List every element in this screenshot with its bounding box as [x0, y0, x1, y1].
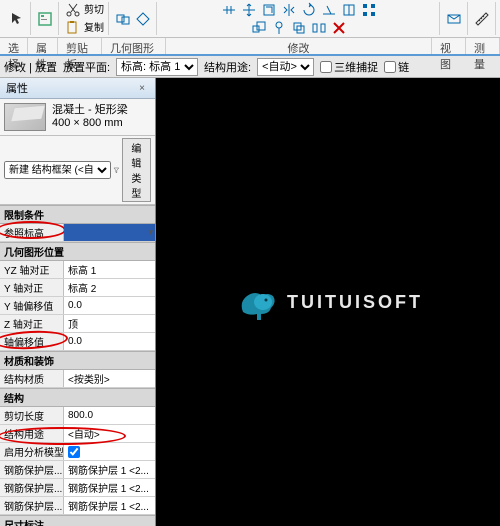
pin-icon[interactable]: [270, 19, 288, 37]
split-icon[interactable]: [340, 1, 358, 19]
analytic-checkbox[interactable]: [68, 446, 80, 458]
section-material: 材质和装饰: [0, 351, 155, 370]
plane-label: 放置平面:: [63, 59, 110, 75]
label-modify: 修改: [166, 38, 432, 54]
align-icon[interactable]: [220, 1, 238, 19]
select-group: [4, 2, 31, 35]
type-thumbnail: [4, 103, 46, 131]
chain-checkbox-label[interactable]: 链: [384, 59, 409, 75]
ribbon-toolbar: 剪切 复制: [0, 0, 500, 38]
trim-icon[interactable]: [320, 1, 338, 19]
structural-use-select[interactable]: <自动>: [257, 58, 314, 76]
measure-icon[interactable]: [473, 10, 491, 28]
cut-geom-icon[interactable]: [134, 10, 152, 28]
row-ref-level[interactable]: 参照标高: [0, 224, 155, 242]
cursor-icon[interactable]: [8, 10, 26, 28]
edit-type-button[interactable]: 编辑类型: [122, 138, 151, 202]
drawing-viewport[interactable]: TUITUISOFT: [156, 78, 500, 526]
type-size: 400 × 800 mm: [52, 117, 128, 130]
type-selector[interactable]: 混凝土 - 矩形梁 400 × 800 mm: [0, 99, 155, 136]
modify-context-label: 修改 | 放置: [4, 59, 57, 75]
properties-title-bar: 属性 ×: [0, 78, 155, 99]
properties-panel: 属性 × 混凝土 - 矩形梁 400 × 800 mm 新建 结构框架 (<自 …: [0, 78, 156, 526]
mirror-icon[interactable]: [280, 1, 298, 19]
ribbon-group-labels: 选择 属性 剪贴板 几何图形 修改 视图 测量: [0, 38, 500, 56]
move-icon[interactable]: [240, 1, 258, 19]
properties-group: [32, 2, 59, 35]
copy-icon[interactable]: [290, 19, 308, 37]
type-family-name: 混凝土 - 矩形梁: [52, 104, 128, 117]
snap3d-checkbox[interactable]: [320, 61, 332, 73]
label-props: 属性: [28, 38, 58, 54]
modify-group: [158, 2, 440, 35]
instance-filter-select[interactable]: 新建 结构框架 (<自: [4, 161, 111, 179]
paste-icon[interactable]: [64, 19, 82, 37]
clipboard-group: 剪切 复制: [60, 2, 109, 35]
array-icon[interactable]: [360, 1, 378, 19]
label-select: 选择: [0, 38, 28, 54]
copy-label: 复制: [84, 19, 104, 37]
properties-title: 属性: [6, 80, 28, 96]
watermark: TUITUISOFT: [233, 282, 423, 322]
plane-select[interactable]: 标高: 标高 1: [116, 58, 198, 76]
properties-grid: 限制条件 参照标高 几何图形位置 YZ 轴对正标高 1 Y 轴对正标高 2 Y …: [0, 205, 155, 526]
chain-checkbox[interactable]: [384, 61, 396, 73]
properties-icon[interactable]: [36, 10, 54, 28]
section-dimensions: 尺寸标注: [0, 515, 155, 526]
snap3d-checkbox-label[interactable]: 三维捕捉: [320, 59, 378, 75]
options-bar: 修改 | 放置 放置平面: 标高: 标高 1 结构用途: <自动> 三维捕捉 链: [0, 56, 500, 78]
label-measure: 测量: [466, 38, 500, 54]
section-structural: 结构: [0, 388, 155, 407]
filter-icon[interactable]: [113, 161, 120, 179]
instance-filter-row: 新建 结构框架 (<自 编辑类型: [0, 136, 155, 205]
section-constraints: 限制条件: [0, 205, 155, 224]
rotate-icon[interactable]: [300, 1, 318, 19]
offset-icon[interactable]: [260, 1, 278, 19]
cut-icon[interactable]: [64, 1, 82, 19]
watermark-text: TUITUISOFT: [287, 292, 423, 313]
section-geom-pos: 几何图形位置: [0, 242, 155, 261]
delete-icon[interactable]: [330, 19, 348, 37]
label-view: 视图: [432, 38, 466, 54]
structural-use-label: 结构用途:: [204, 59, 251, 75]
label-geometry: 几何图形: [102, 38, 166, 54]
view-group: [441, 2, 468, 35]
scale-icon[interactable]: [250, 19, 268, 37]
group-icon[interactable]: [310, 19, 328, 37]
view-icon[interactable]: [445, 10, 463, 28]
measure-group: [469, 2, 496, 35]
watermark-logo-icon: [233, 282, 279, 322]
geometry-group: [110, 2, 157, 35]
join-icon[interactable]: [114, 10, 132, 28]
cut-label: 剪切: [84, 1, 104, 19]
close-icon[interactable]: ×: [135, 81, 149, 95]
label-clipboard: 剪贴板: [58, 38, 102, 54]
